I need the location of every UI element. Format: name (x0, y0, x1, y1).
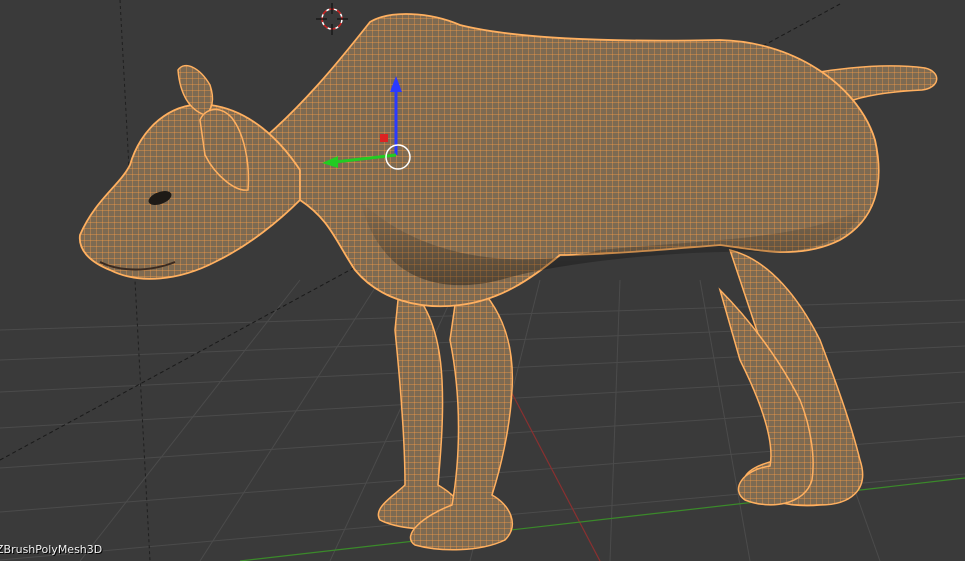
dog-mesh[interactable] (78, 13, 938, 551)
viewport-canvas[interactable] (0, 0, 965, 561)
active-object-label: ZBrushPolyMesh3D (0, 543, 103, 556)
lamp-line (119, 0, 151, 561)
dog-head[interactable] (78, 103, 301, 280)
3d-cursor-icon[interactable] (316, 3, 348, 35)
3d-viewport[interactable]: ZBrushPolyMesh3D (0, 0, 965, 561)
